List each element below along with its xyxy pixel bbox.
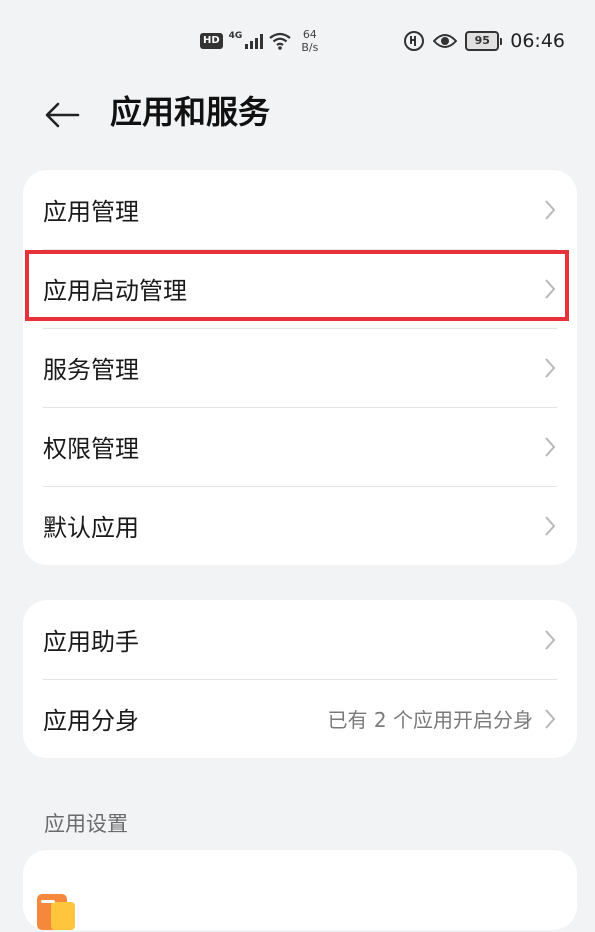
chevron-right-icon bbox=[545, 357, 556, 378]
service-management-item[interactable]: 服务管理 bbox=[43, 328, 557, 407]
row-label: 权限管理 bbox=[43, 435, 139, 463]
section-header: 应用设置 bbox=[44, 812, 128, 836]
chevron-right-icon bbox=[545, 515, 556, 536]
status-right: 95 06:46 bbox=[403, 26, 565, 56]
chevron-right-icon bbox=[545, 708, 556, 729]
chevron-right-icon bbox=[545, 278, 556, 299]
app-bar: 应用和服务 bbox=[0, 80, 595, 144]
row-label: 应用启动管理 bbox=[43, 277, 187, 305]
row-label: 默认应用 bbox=[43, 514, 139, 542]
row-label: 应用分身 bbox=[43, 707, 139, 735]
signal-icon bbox=[245, 33, 264, 49]
network-speed-unit: B/s bbox=[301, 41, 319, 54]
app-folder-icon bbox=[37, 894, 75, 930]
back-arrow-icon bbox=[45, 102, 80, 128]
app-twin-item[interactable]: 应用分身 已有 2 个应用开启分身 bbox=[43, 679, 557, 758]
network-speed-value: 64 bbox=[302, 28, 317, 41]
app-settings-card bbox=[23, 850, 577, 930]
status-bar: HD 4G 64 B/s 95 06:46 bbox=[0, 0, 595, 80]
app-launch-management-item[interactable]: 应用启动管理 bbox=[43, 249, 557, 328]
row-label: 服务管理 bbox=[43, 356, 139, 384]
app-assistant-item[interactable]: 应用助手 bbox=[43, 600, 557, 679]
app-management-card: 应用管理 应用启动管理 服务管理 权限管理 默认应用 bbox=[23, 170, 577, 565]
page-title: 应用和服务 bbox=[110, 93, 271, 131]
chevron-right-icon bbox=[545, 436, 556, 457]
row-label: 应用助手 bbox=[43, 628, 139, 656]
app-management-item[interactable]: 应用管理 bbox=[43, 170, 557, 249]
app-twin-status: 已有 2 个应用开启分身 bbox=[327, 708, 533, 732]
default-apps-item[interactable]: 默认应用 bbox=[43, 486, 557, 565]
app-assist-card: 应用助手 应用分身 已有 2 个应用开启分身 bbox=[23, 600, 577, 758]
battery-icon: 95 bbox=[465, 31, 503, 51]
back-button[interactable] bbox=[40, 92, 84, 132]
do-not-disturb-icon bbox=[404, 31, 425, 51]
wifi-icon bbox=[269, 32, 292, 50]
eye-comfort-icon bbox=[433, 34, 458, 48]
chevron-right-icon bbox=[545, 629, 556, 650]
network-speed: 64 B/s bbox=[301, 28, 318, 54]
clock: 06:46 bbox=[510, 30, 565, 52]
hd-icon: HD bbox=[200, 33, 223, 49]
row-label: 应用管理 bbox=[43, 198, 139, 226]
battery-level: 95 bbox=[465, 31, 500, 51]
status-left: HD 4G 64 B/s bbox=[200, 24, 318, 58]
permission-management-item[interactable]: 权限管理 bbox=[43, 407, 557, 486]
chevron-right-icon bbox=[545, 199, 556, 220]
network-type-label: 4G bbox=[228, 31, 243, 41]
